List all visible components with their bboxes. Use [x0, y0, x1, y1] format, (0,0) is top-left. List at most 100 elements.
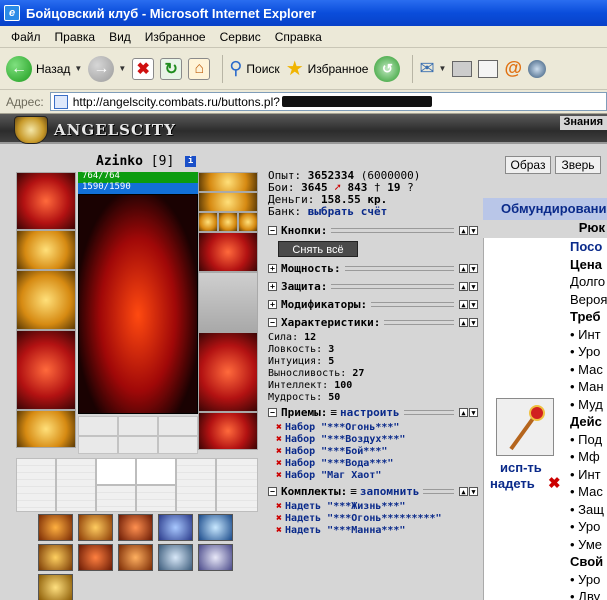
delete-x-icon[interactable]: ✖ [276, 525, 282, 536]
ring-slot-3[interactable] [238, 212, 258, 232]
delete-x-icon[interactable]: ✖ [276, 446, 282, 457]
configure-link[interactable]: настроить [340, 406, 400, 419]
knowledge-link[interactable]: Знания [559, 116, 607, 130]
scroll-slot-8[interactable] [136, 485, 176, 512]
history-button[interactable]: ↺ [374, 52, 401, 86]
backpack-tab[interactable]: Рюк [483, 220, 607, 238]
dropdown-arrow-icon[interactable]: ▼ [439, 64, 447, 73]
zver-button[interactable]: Зверь [555, 156, 601, 174]
spell-slot-10[interactable] [198, 544, 233, 571]
menu-tools[interactable]: Сервис [213, 30, 268, 44]
obraz-button[interactable]: Образ [505, 156, 551, 174]
technique-set-item[interactable]: ✖ Набор "***Вода***" [276, 458, 393, 469]
helmet-slot[interactable] [16, 172, 76, 230]
spell-slot-7[interactable] [78, 544, 113, 571]
arrow-up-icon[interactable]: ▲ [459, 408, 468, 417]
print-button[interactable] [452, 52, 473, 86]
equip-set-item[interactable]: ✖ Надеть "***Огонь*********" [276, 513, 442, 524]
scroll-slot-3[interactable] [96, 458, 136, 485]
delete-x-icon[interactable]: ✖ [276, 422, 282, 433]
stop-button[interactable]: ✖ [132, 52, 155, 86]
scroll-slot-2[interactable] [56, 458, 96, 512]
menu-file[interactable]: Файл [4, 30, 48, 44]
section-characteristics[interactable]: − Характеристики: ▲ ▼ [268, 316, 478, 329]
scroll-slot-7[interactable] [96, 485, 136, 512]
remember-link[interactable]: запомнить [360, 485, 420, 498]
expand-icon[interactable]: + [268, 264, 277, 273]
scroll-slot-5[interactable] [176, 458, 216, 512]
expand-icon[interactable]: + [268, 300, 277, 309]
scroll-slot-1[interactable] [16, 458, 56, 512]
spell-slot-9[interactable] [158, 544, 193, 571]
staff-item-image[interactable] [496, 398, 554, 456]
ring-slot-2[interactable] [218, 212, 238, 232]
technique-set-item[interactable]: ✖ Набор "Маг Хаот" [276, 470, 381, 481]
section-techniques[interactable]: − Приемы: ≡ настроить ▲ ▼ [268, 406, 478, 419]
delete-x-icon[interactable]: ✖ [276, 513, 282, 524]
spell-slot-6[interactable] [38, 544, 73, 571]
rune-slot-5[interactable] [118, 436, 158, 454]
collapse-icon[interactable]: − [268, 408, 277, 417]
rune-slot-3[interactable] [158, 416, 198, 436]
weapon-slot[interactable] [16, 270, 76, 330]
dropdown-arrow-icon[interactable]: ▼ [118, 64, 126, 73]
bank-account-link[interactable]: выбрать счёт [308, 205, 387, 218]
arrow-down-icon[interactable]: ▼ [469, 318, 478, 327]
spell-slot-11[interactable] [38, 574, 73, 600]
arrow-up-icon[interactable]: ▲ [459, 487, 468, 496]
search-button[interactable]: ⚲ Поиск [229, 52, 279, 86]
mail-button[interactable]: ✉ ▼ [419, 52, 446, 86]
back-button[interactable]: ← Назад ▼ [6, 52, 82, 86]
arrow-down-icon[interactable]: ▼ [469, 226, 478, 235]
description-line[interactable]: Посо [570, 238, 607, 256]
section-power[interactable]: + Мощность: ▲ ▼ [268, 262, 478, 275]
ring-slot-1[interactable] [198, 212, 218, 232]
collapse-icon[interactable]: − [268, 487, 277, 496]
collapse-icon[interactable]: − [268, 226, 277, 235]
research-button[interactable] [528, 52, 547, 86]
collapse-icon[interactable]: − [268, 318, 277, 327]
bracer-slot[interactable] [16, 230, 76, 270]
refresh-button[interactable]: ↻ [160, 52, 183, 86]
rune-slot-2[interactable] [118, 416, 158, 436]
rune-slot-4[interactable] [78, 436, 118, 454]
messenger-button[interactable]: @ [504, 52, 522, 86]
title-bar[interactable]: e Бойцовский клуб - Microsoft Internet E… [0, 0, 607, 26]
section-defense[interactable]: + Защита: ▲ ▼ [268, 280, 478, 293]
wear-item-link[interactable]: надеть [490, 476, 535, 491]
arrow-up-icon[interactable]: ▲ [459, 300, 468, 309]
inventory-header[interactable]: Обмундирование [483, 198, 607, 220]
dropdown-arrow-icon[interactable]: ▼ [74, 64, 82, 73]
delete-x-icon[interactable]: ✖ [276, 470, 282, 481]
favorites-button[interactable]: ★ Избранное [286, 52, 369, 86]
use-item-link[interactable]: исп-ть [500, 460, 542, 475]
delete-x-icon[interactable]: ✖ [276, 458, 282, 469]
rune-slot-6[interactable] [158, 436, 198, 454]
spell-slot-3[interactable] [118, 514, 153, 541]
section-modifiers[interactable]: + Модификаторы: ▲ ▼ [268, 298, 478, 311]
section-buttons[interactable]: − Кнопки: ▲ ▼ [268, 224, 478, 237]
drop-item-x-icon[interactable]: ✖ [548, 474, 561, 492]
armor-slot[interactable] [16, 330, 76, 410]
expand-icon[interactable]: + [268, 282, 277, 291]
menu-edit[interactable]: Правка [48, 30, 103, 44]
delete-x-icon[interactable]: ✖ [276, 501, 282, 512]
section-sets[interactable]: − Комплекты: ≡ запомнить ▲ ▼ [268, 485, 478, 498]
gloves-slot[interactable] [198, 232, 258, 272]
equip-set-item[interactable]: ✖ Надеть "***Жизнь***" [276, 501, 405, 512]
technique-set-item[interactable]: ✖ Набор "***Воздух***" [276, 434, 405, 445]
arrow-down-icon[interactable]: ▼ [469, 300, 478, 309]
earring-slot[interactable] [198, 172, 258, 192]
spell-slot-5[interactable] [198, 514, 233, 541]
technique-set-item[interactable]: ✖ Набор "***Бой***" [276, 446, 387, 457]
arrow-up-icon[interactable]: ▲ [459, 226, 468, 235]
spell-slot-2[interactable] [78, 514, 113, 541]
arrow-up-icon[interactable]: ▲ [459, 264, 468, 273]
belt-slot[interactable] [16, 410, 76, 448]
arrow-up-icon[interactable]: ▲ [459, 282, 468, 291]
arrow-down-icon[interactable]: ▼ [469, 408, 478, 417]
address-input[interactable]: http://angelscity.combats.ru/buttons.pl? [49, 92, 607, 111]
arrow-up-icon[interactable]: ▲ [459, 318, 468, 327]
scroll-slot-4[interactable] [136, 458, 176, 485]
delete-x-icon[interactable]: ✖ [276, 434, 282, 445]
